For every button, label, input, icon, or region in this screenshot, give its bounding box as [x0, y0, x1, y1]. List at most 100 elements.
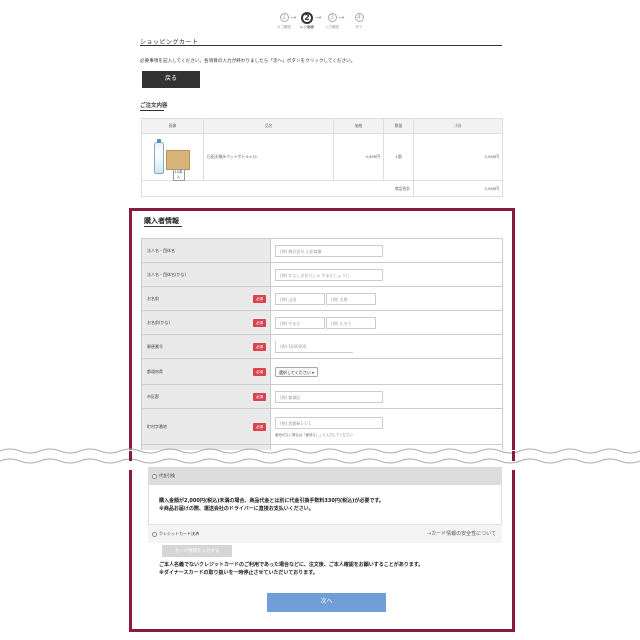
company-label-text: 法人名・団体名: [147, 247, 175, 253]
town-hint: 番地がない場合は「番地なし」と入力してください: [275, 432, 353, 437]
form-row-pref: 都道府県 必須 選択してください ▾: [141, 358, 503, 385]
product-image: 10本入: [152, 138, 194, 181]
name-label: お名前 必須: [141, 286, 271, 311]
buyer-title-underline: [144, 226, 182, 227]
name-cell: (例) 山田 (例) 太郎: [270, 286, 503, 311]
payment-cod-header[interactable]: 代金引換: [148, 467, 502, 485]
city-cell: (例) 都城区: [270, 384, 503, 409]
city-label: 市区郡 必須: [141, 384, 271, 409]
col-name: 品名: [203, 118, 334, 134]
company-input[interactable]: (例) 株式会社 山田商事: [275, 244, 383, 257]
town-label: 町村字番地 必須: [141, 408, 271, 445]
back-button[interactable]: 戻る: [142, 71, 200, 88]
form-row-company-kana: 法人名・団体名(かな) (例) かぶしきがいしゃ やまだしょうじ: [141, 262, 503, 287]
form-row-company: 法人名・団体名 (例) 株式会社 山田商事: [141, 238, 503, 263]
card-radio[interactable]: [152, 531, 157, 537]
zip-cell: (例) 1000000: [270, 334, 503, 359]
cod-label: 代金引換: [159, 473, 175, 478]
table-row: 10本入 日田天領水ペットボトル×15 3,990円 1個 3,990円: [141, 133, 503, 181]
company-kana-label-text: 法人名・団体名(かな): [147, 271, 187, 277]
step-3-number: 3: [327, 13, 337, 22]
company-cell: (例) 株式会社 山田商事: [270, 238, 503, 263]
name-label-text: お名前: [147, 295, 159, 301]
required-badge: 必須: [252, 294, 266, 303]
zip-label: 郵便番号 必須: [141, 334, 271, 359]
form-row-zip: 郵便番号 必須 (例) 1000000: [141, 334, 503, 359]
step-4-label: 完了: [355, 25, 363, 29]
cod-text-2: ※商品お届けの際、運送会社のドライバーに直接お支払いください。: [159, 506, 314, 512]
total-value: 3,990円: [413, 180, 503, 197]
instruction-text: 必要事項を記入してください。各項目の入力が終わりましたら「次へ」ボタンをクリック…: [140, 59, 356, 64]
col-qty: 数量: [383, 118, 414, 134]
required-badge: 必須: [252, 342, 266, 351]
company-label: 法人名・団体名: [141, 238, 271, 263]
card-text-1: ご本人名義でないクレジットカードのご利用であった場合などに、注文後、ご本人確認を…: [159, 562, 424, 568]
product-name: 日田天領水ペットボトル×15: [203, 133, 334, 181]
col-subtotal: 小計: [413, 118, 503, 134]
zip-label-text: 郵便番号: [147, 343, 163, 349]
order-title-underline: [140, 110, 164, 111]
card-label: クレジットカード決済: [159, 531, 199, 536]
zip-input[interactable]: (例) 1000000: [275, 340, 353, 353]
enter-card-button[interactable]: カード情報を入力する: [162, 545, 232, 557]
pref-label: 都道府県 必須: [141, 358, 271, 385]
product-image-cell: 10本入: [141, 133, 204, 181]
company-kana-input[interactable]: (例) かぶしきがいしゃ やまだしょうじ: [275, 268, 383, 281]
step-2-label: レジ画面: [300, 25, 314, 29]
card-text-2: ※ダイナースカードの取り扱いを一時停止させていただいております。: [159, 570, 318, 576]
form-row-city: 市区郡 必須 (例) 都城区: [141, 384, 503, 409]
first-name-kana-input[interactable]: (例) たろう: [326, 316, 377, 329]
required-badge: 必須: [252, 422, 266, 431]
last-name-input[interactable]: (例) 山田: [275, 292, 325, 305]
step-4: 4 完了: [347, 12, 371, 30]
city-label-text: 市区郡: [147, 393, 159, 399]
last-name-kana-input[interactable]: (例) やまだ: [275, 316, 325, 329]
total-label: 商品合計: [141, 180, 414, 197]
step-2-number: 2: [301, 12, 313, 24]
required-badge: 必須: [252, 318, 266, 327]
step-1-number: 1: [279, 13, 289, 22]
col-price: 価格: [333, 118, 384, 134]
product-price: 3,990円: [333, 133, 384, 181]
order-title: ご注文内容: [140, 103, 168, 109]
name-kana-label-text: お名前(かな): [147, 319, 171, 325]
product-qty: 1個: [383, 133, 414, 181]
step-3-label: 入力確認: [325, 25, 339, 29]
company-kana-cell: (例) かぶしきがいしゃ やまだしょうじ: [270, 262, 503, 287]
payment-card-header[interactable]: クレジットカード決済 →カード情報の安全性について: [148, 525, 502, 543]
prefecture-select[interactable]: 選択してください ▾: [275, 366, 319, 377]
form-row-town: 町村字番地 必須 (例) 西都新1-1-1 番地がない場合は「番地なし」と入力してく…: [141, 408, 503, 445]
company-kana-label: 法人名・団体名(かな): [141, 262, 271, 287]
town-cell: (例) 西都新1-1-1 番地がない場合は「番地なし」と入力してください: [270, 408, 503, 445]
step-arrow-icon: →: [338, 13, 345, 22]
checkout-steps: 1 カゴ確認 → 2 レジ画面 → 3 入力確認 → 4 完了: [276, 12, 368, 36]
product-subtotal: 3,990円: [413, 133, 503, 181]
first-name-input[interactable]: (例) 太郎: [326, 292, 377, 305]
next-button[interactable]: 次へ: [267, 593, 386, 612]
title-divider: [140, 45, 502, 46]
form-row-name: お名前 必須 (例) 山田 (例) 太郎: [141, 286, 503, 311]
cod-text-1: 購入金額が2,000円(税込)未満の場合、商品代金とは別に代金引換手数料330円…: [159, 498, 384, 504]
town-input[interactable]: (例) 西都新1-1-1: [275, 416, 383, 429]
town-label-text: 町村字番地: [147, 423, 167, 429]
buyer-title: 購入者情報: [144, 217, 179, 225]
name-kana-label: お名前(かな) 必須: [141, 310, 271, 335]
pref-cell: 選択してください ▾: [270, 358, 503, 385]
order-header-row: 画像 品名 価格 数量 小計: [141, 118, 503, 134]
total-row: 商品合計 3,990円: [141, 180, 503, 197]
step-1-label: カゴ確認: [277, 25, 291, 29]
product-badge: 10本入: [172, 169, 185, 181]
name-kana-cell: (例) やまだ (例) たろう: [270, 310, 503, 335]
checkout-page: { "steps":[ {"num":"1","label":"カゴ確認"}, …: [0, 0, 640, 640]
water-bottle-icon: [153, 139, 164, 174]
order-table: 画像 品名 価格 数量 小計 10本入 日田天領水ペットボトル×15 3,990…: [141, 118, 503, 197]
step-4-number: 4: [354, 13, 364, 22]
card-security-link[interactable]: →カード情報の安全性について: [427, 525, 496, 543]
required-badge: 必須: [252, 367, 266, 376]
buyer-form: 法人名・団体名 (例) 株式会社 山田商事 法人名・団体名(かな) (例) かぶ…: [141, 238, 503, 459]
city-input[interactable]: (例) 都城区: [275, 390, 383, 403]
cardboard-box-icon: [165, 150, 190, 170]
cod-radio[interactable]: [152, 473, 157, 479]
required-badge: 必須: [252, 392, 266, 401]
form-row-name-kana: お名前(かな) 必須 (例) やまだ (例) たろう: [141, 310, 503, 335]
